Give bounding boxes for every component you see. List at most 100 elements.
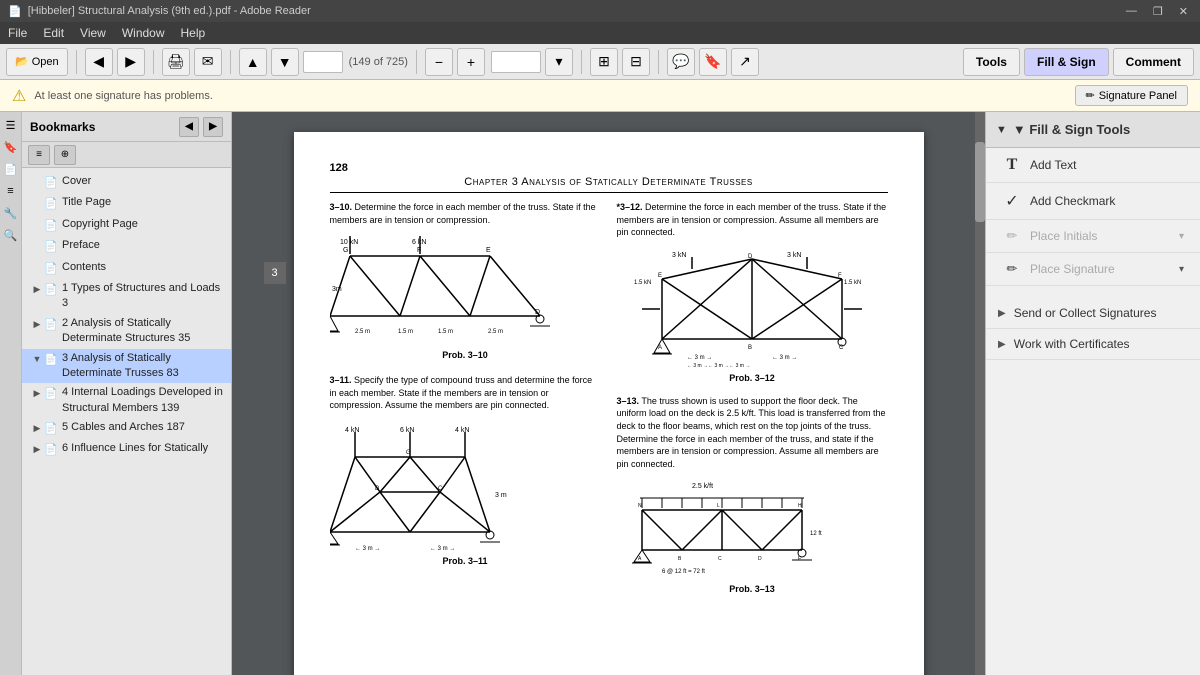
bookmark-title-page[interactable]: 📄 Title Page <box>22 193 231 214</box>
share-button[interactable]: ↗ <box>731 48 759 76</box>
dim-3m-12-3: ← 3 m →← 3 m →← 3 m → <box>687 363 750 369</box>
separator-6 <box>658 50 659 74</box>
panel-toggle-icon[interactable]: ▼ <box>996 124 1007 136</box>
add-text-button[interactable]: T Add Text <box>986 148 1200 183</box>
bookmarks-nav-next[interactable]: ▶ <box>203 117 223 137</box>
bookmark-ch4[interactable]: ▶ 📄 4 Internal Loadings Developed in Str… <box>22 383 231 418</box>
print-button[interactable]: 🖨 <box>162 48 190 76</box>
bookmark-ch5[interactable]: ▶ 📄 5 Cables and Arches 187 <box>22 418 231 439</box>
pdf-scrollbar-thumb[interactable] <box>975 142 985 222</box>
load-3kN-d: 3 kN <box>787 252 801 259</box>
warning-icon: ⚠ <box>12 86 26 106</box>
minimize-button[interactable]: — <box>1122 5 1141 18</box>
send-collect-button[interactable]: ▶ Send or Collect Signatures <box>986 298 1200 329</box>
expand-icon-contents <box>30 262 44 275</box>
zoom-input[interactable]: 62.4% <box>491 51 541 73</box>
page-number-input[interactable]: 128 <box>303 51 343 73</box>
separator-3 <box>230 50 231 74</box>
right-panel-header: ▼ ▼ Fill & Sign Tools <box>986 112 1200 148</box>
bookmarks-nav-prev[interactable]: ◀ <box>179 117 199 137</box>
place-initials-button[interactable]: ✏ Place Initials ▾ <box>986 220 1200 253</box>
forward-button[interactable]: ▶ <box>117 48 145 76</box>
caption-3-11: Prob. 3–11 <box>442 556 487 566</box>
bookmarks-sort-button[interactable]: ≡ <box>28 145 50 165</box>
zoom-dropdown-button[interactable]: ▾ <box>545 48 573 76</box>
bookmark-ch2[interactable]: ▶ 📄 2 Analysis of Statically Determinate… <box>22 314 231 349</box>
fill-sign-button[interactable]: Fill & Sign <box>1024 48 1109 76</box>
bookmark-ch2-label: 2 Analysis of Statically Determinate Str… <box>62 316 227 347</box>
separator-4 <box>416 50 417 74</box>
bookmark-ch6[interactable]: ▶ 📄 6 Influence Lines for Statically <box>22 439 231 460</box>
page-total-label: (149 of 725) <box>349 56 408 68</box>
problem-3-11-text: 3–11. Specify the type of compound truss… <box>330 374 601 412</box>
bookmarks-icon[interactable]: 🔖 <box>2 138 20 156</box>
next-page-button[interactable]: ▼ <box>271 48 299 76</box>
bookmark-preface[interactable]: 📄 Preface <box>22 236 231 257</box>
place-signature-button[interactable]: ✏ Place Signature ▾ <box>986 253 1200 286</box>
signature-dropdown-icon: ▾ <box>1179 264 1184 275</box>
prev-page-button[interactable]: ▲ <box>239 48 267 76</box>
tools-button[interactable]: Tools <box>963 48 1020 76</box>
bookmarks-expand-button[interactable]: ⊕ <box>54 145 76 165</box>
stamp-button[interactable]: 🔖 <box>699 48 727 76</box>
sidebar-toggle-icon[interactable]: ☰ <box>2 116 20 134</box>
zoom-in-button[interactable]: + <box>457 48 485 76</box>
node-B-12: B <box>748 345 752 351</box>
add-checkmark-button[interactable]: ✓ Add Checkmark <box>986 183 1200 220</box>
open-button[interactable]: 📂 Open <box>6 48 68 76</box>
menu-help[interactable]: Help <box>181 26 206 40</box>
expand-icon-ch3: ▼ <box>30 353 44 366</box>
problem-3-13-text: 3–13. The truss shown is used to support… <box>617 395 888 471</box>
bookmark-copyright[interactable]: 📄 Copyright Page <box>22 215 231 236</box>
dim-6at12: 6 @ 12 ft = 72 ft <box>662 569 705 575</box>
layers-icon[interactable]: ≡ <box>2 182 20 200</box>
problem-3-11-num: 3–11. <box>330 375 352 385</box>
signature-icon-panel: ✏ <box>1002 261 1022 277</box>
comment-tab-button[interactable]: Comment <box>1113 48 1194 76</box>
expand-icon-ch6: ▶ <box>30 443 44 456</box>
bookmark-ch1[interactable]: ▶ 📄 1 Types of Structures and Loads 3 <box>22 279 231 314</box>
fit-page-button[interactable]: ⊞ <box>590 48 618 76</box>
load-4kN-right: 4 kN <box>455 427 469 434</box>
menu-bar: File Edit View Window Help <box>0 22 1200 44</box>
tools-strip-icon[interactable]: 🔧 <box>2 204 20 222</box>
menu-view[interactable]: View <box>80 26 106 40</box>
node-C-13: C <box>718 556 722 562</box>
comment-button[interactable]: 💬 <box>667 48 695 76</box>
close-button[interactable]: ✕ <box>1175 5 1192 18</box>
menu-edit[interactable]: Edit <box>43 26 64 40</box>
bookmark-contents[interactable]: 📄 Contents <box>22 258 231 279</box>
problem-3-12-text: *3–12. Determine the force in each membe… <box>617 201 888 239</box>
zoom-out-button[interactable]: − <box>425 48 453 76</box>
search-strip-icon[interactable]: 🔍 <box>2 226 20 244</box>
page-icon-contents: 📄 <box>44 262 58 277</box>
title-bar-controls[interactable]: — ❐ ✕ <box>1122 5 1192 18</box>
maximize-button[interactable]: ❐ <box>1149 5 1167 18</box>
signature-panel-button[interactable]: ✏ Signature Panel <box>1075 85 1189 106</box>
bookmark-ch3[interactable]: ▼ 📄 3 Analysis of Statically Determinate… <box>22 349 231 384</box>
panel-spacer <box>986 286 1200 298</box>
node-L: L <box>717 503 720 509</box>
load-6kN-mid: 6 kN <box>400 427 414 434</box>
initials-icon: ✏ <box>1002 228 1022 244</box>
dim-2.5m-2: 2.5 m <box>488 329 503 335</box>
work-certs-button[interactable]: ▶ Work with Certificates <box>986 329 1200 360</box>
menu-window[interactable]: Window <box>122 26 165 40</box>
notification-text: At least one signature has problems. <box>34 90 213 102</box>
pdf-chapter-title: Chapter 3 Analysis of Statically Determi… <box>330 176 888 193</box>
node-A-12: A <box>658 345 662 351</box>
fit-width-button[interactable]: ⊟ <box>622 48 650 76</box>
email-button[interactable]: ✉ <box>194 48 222 76</box>
expand-icon-ch5: ▶ <box>30 422 44 435</box>
bookmark-preface-label: Preface <box>62 238 227 253</box>
bookmark-cover[interactable]: 📄 Cover <box>22 172 231 193</box>
pages-icon[interactable]: 📄 <box>2 160 20 178</box>
load-3kN-e: 3 kN <box>672 252 686 259</box>
height-label: 3m <box>332 286 342 293</box>
signature-panel-label: Signature Panel <box>1099 90 1177 102</box>
pdf-scrollbar[interactable] <box>975 112 985 675</box>
page-icon-cover: 📄 <box>44 176 58 191</box>
problem-3-13-num: 3–13. <box>617 396 640 406</box>
menu-file[interactable]: File <box>8 26 27 40</box>
back-button[interactable]: ◀ <box>85 48 113 76</box>
